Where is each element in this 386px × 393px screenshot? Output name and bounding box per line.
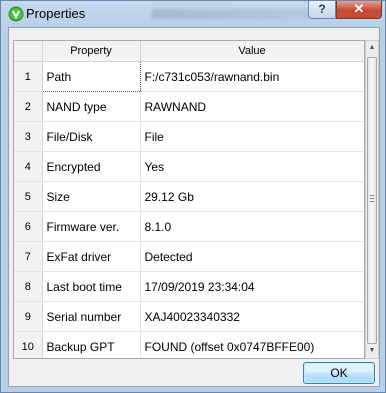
table-row[interactable]: 5 Size 29.12 Gb xyxy=(14,181,364,212)
row-number[interactable]: 5 xyxy=(14,181,43,212)
vertical-scrollbar[interactable]: ▲ ▼ xyxy=(365,40,379,359)
property-cell[interactable]: Size xyxy=(42,181,141,212)
table-row[interactable]: 8 Last boot time 17/09/2019 23:34:04 xyxy=(14,271,364,302)
row-number[interactable]: 9 xyxy=(14,301,43,332)
scroll-up-arrow-icon[interactable]: ▲ xyxy=(366,41,378,55)
value-cell[interactable]: RAWNAND xyxy=(140,91,364,122)
ok-button[interactable]: OK xyxy=(303,362,375,384)
value-cell[interactable]: XAJ40023340332 xyxy=(140,301,364,332)
table-row[interactable]: 9 Serial number XAJ40023340332 xyxy=(14,301,364,332)
grip-line xyxy=(370,201,374,202)
value-cell[interactable]: FOUND (offset 0x0747BFFE00) xyxy=(140,331,364,358)
row-number[interactable]: 3 xyxy=(14,121,43,152)
help-button[interactable]: ? xyxy=(308,1,336,19)
table-row[interactable]: 1 Path F:/c731c053/rawnand.bin xyxy=(14,61,364,92)
window-title: Properties xyxy=(26,6,86,21)
property-cell[interactable]: Serial number xyxy=(42,301,141,332)
table-row[interactable]: 4 Encrypted Yes xyxy=(14,151,364,182)
table-row[interactable]: 10 Backup GPT FOUND (offset 0x0747BFFE00) xyxy=(14,331,364,358)
scrollbar-thumb[interactable] xyxy=(367,57,377,344)
table-row[interactable]: 7 ExFat driver Detected xyxy=(14,241,364,272)
property-cell[interactable]: Encrypted xyxy=(42,151,141,182)
row-number[interactable]: 4 xyxy=(14,151,43,182)
value-cell[interactable]: 17/09/2019 23:34:04 xyxy=(140,271,364,302)
column-header-value[interactable]: Value xyxy=(140,41,364,62)
properties-window: Properties ? ✕ Property Value 1Path F:/c… xyxy=(0,0,386,393)
value-cell[interactable]: F:/c731c053/rawnand.bin xyxy=(140,61,364,92)
row-number[interactable]: 1 xyxy=(14,61,43,92)
dialog-body: Property Value 1 Path F:/c731c053/rawnand.… xyxy=(8,27,380,387)
property-cell[interactable]: File/Disk xyxy=(42,121,141,152)
shield-check-icon xyxy=(8,6,24,22)
property-cell[interactable]: Last boot time xyxy=(42,271,141,302)
table-header-row: Property Value xyxy=(14,41,364,62)
corner-header xyxy=(14,41,43,62)
row-number[interactable]: 10 xyxy=(14,331,43,358)
properties-table[interactable]: Property Value 1 Path F:/c731c053/rawnand.… xyxy=(13,40,365,359)
value-cell[interactable]: 29.12 Gb xyxy=(140,181,364,212)
grip-line xyxy=(370,195,374,196)
grip-line xyxy=(370,198,374,199)
table-row[interactable]: 3 File/Disk File xyxy=(14,121,364,152)
property-cell[interactable]: Backup GPT xyxy=(42,331,141,358)
property-cell[interactable]: ExFat driver xyxy=(42,241,141,272)
property-cell[interactable]: NAND type xyxy=(42,91,141,122)
table-row[interactable]: 2 NAND type RAWNAND xyxy=(14,91,364,122)
obscured-title-text xyxy=(151,9,321,19)
close-button[interactable]: ✕ xyxy=(336,1,382,19)
value-cell[interactable]: Detected xyxy=(140,241,364,272)
property-cell[interactable]: Path xyxy=(41,61,141,92)
table-row[interactable]: 6 Firmware ver. 8.1.0 xyxy=(14,211,364,242)
scroll-down-arrow-icon[interactable]: ▼ xyxy=(366,344,378,358)
column-header-property[interactable]: Property xyxy=(42,41,141,62)
row-number[interactable]: 8 xyxy=(14,271,43,302)
row-number[interactable]: 6 xyxy=(14,211,43,242)
property-cell[interactable]: Firmware ver. xyxy=(42,211,141,242)
value-cell[interactable]: Yes xyxy=(140,151,364,182)
value-cell[interactable]: 8.1.0 xyxy=(140,211,364,242)
row-number[interactable]: 2 xyxy=(14,91,43,122)
row-number[interactable]: 7 xyxy=(14,241,43,272)
value-cell[interactable]: File xyxy=(140,121,364,152)
title-bar[interactable]: Properties ? ✕ xyxy=(1,1,385,27)
